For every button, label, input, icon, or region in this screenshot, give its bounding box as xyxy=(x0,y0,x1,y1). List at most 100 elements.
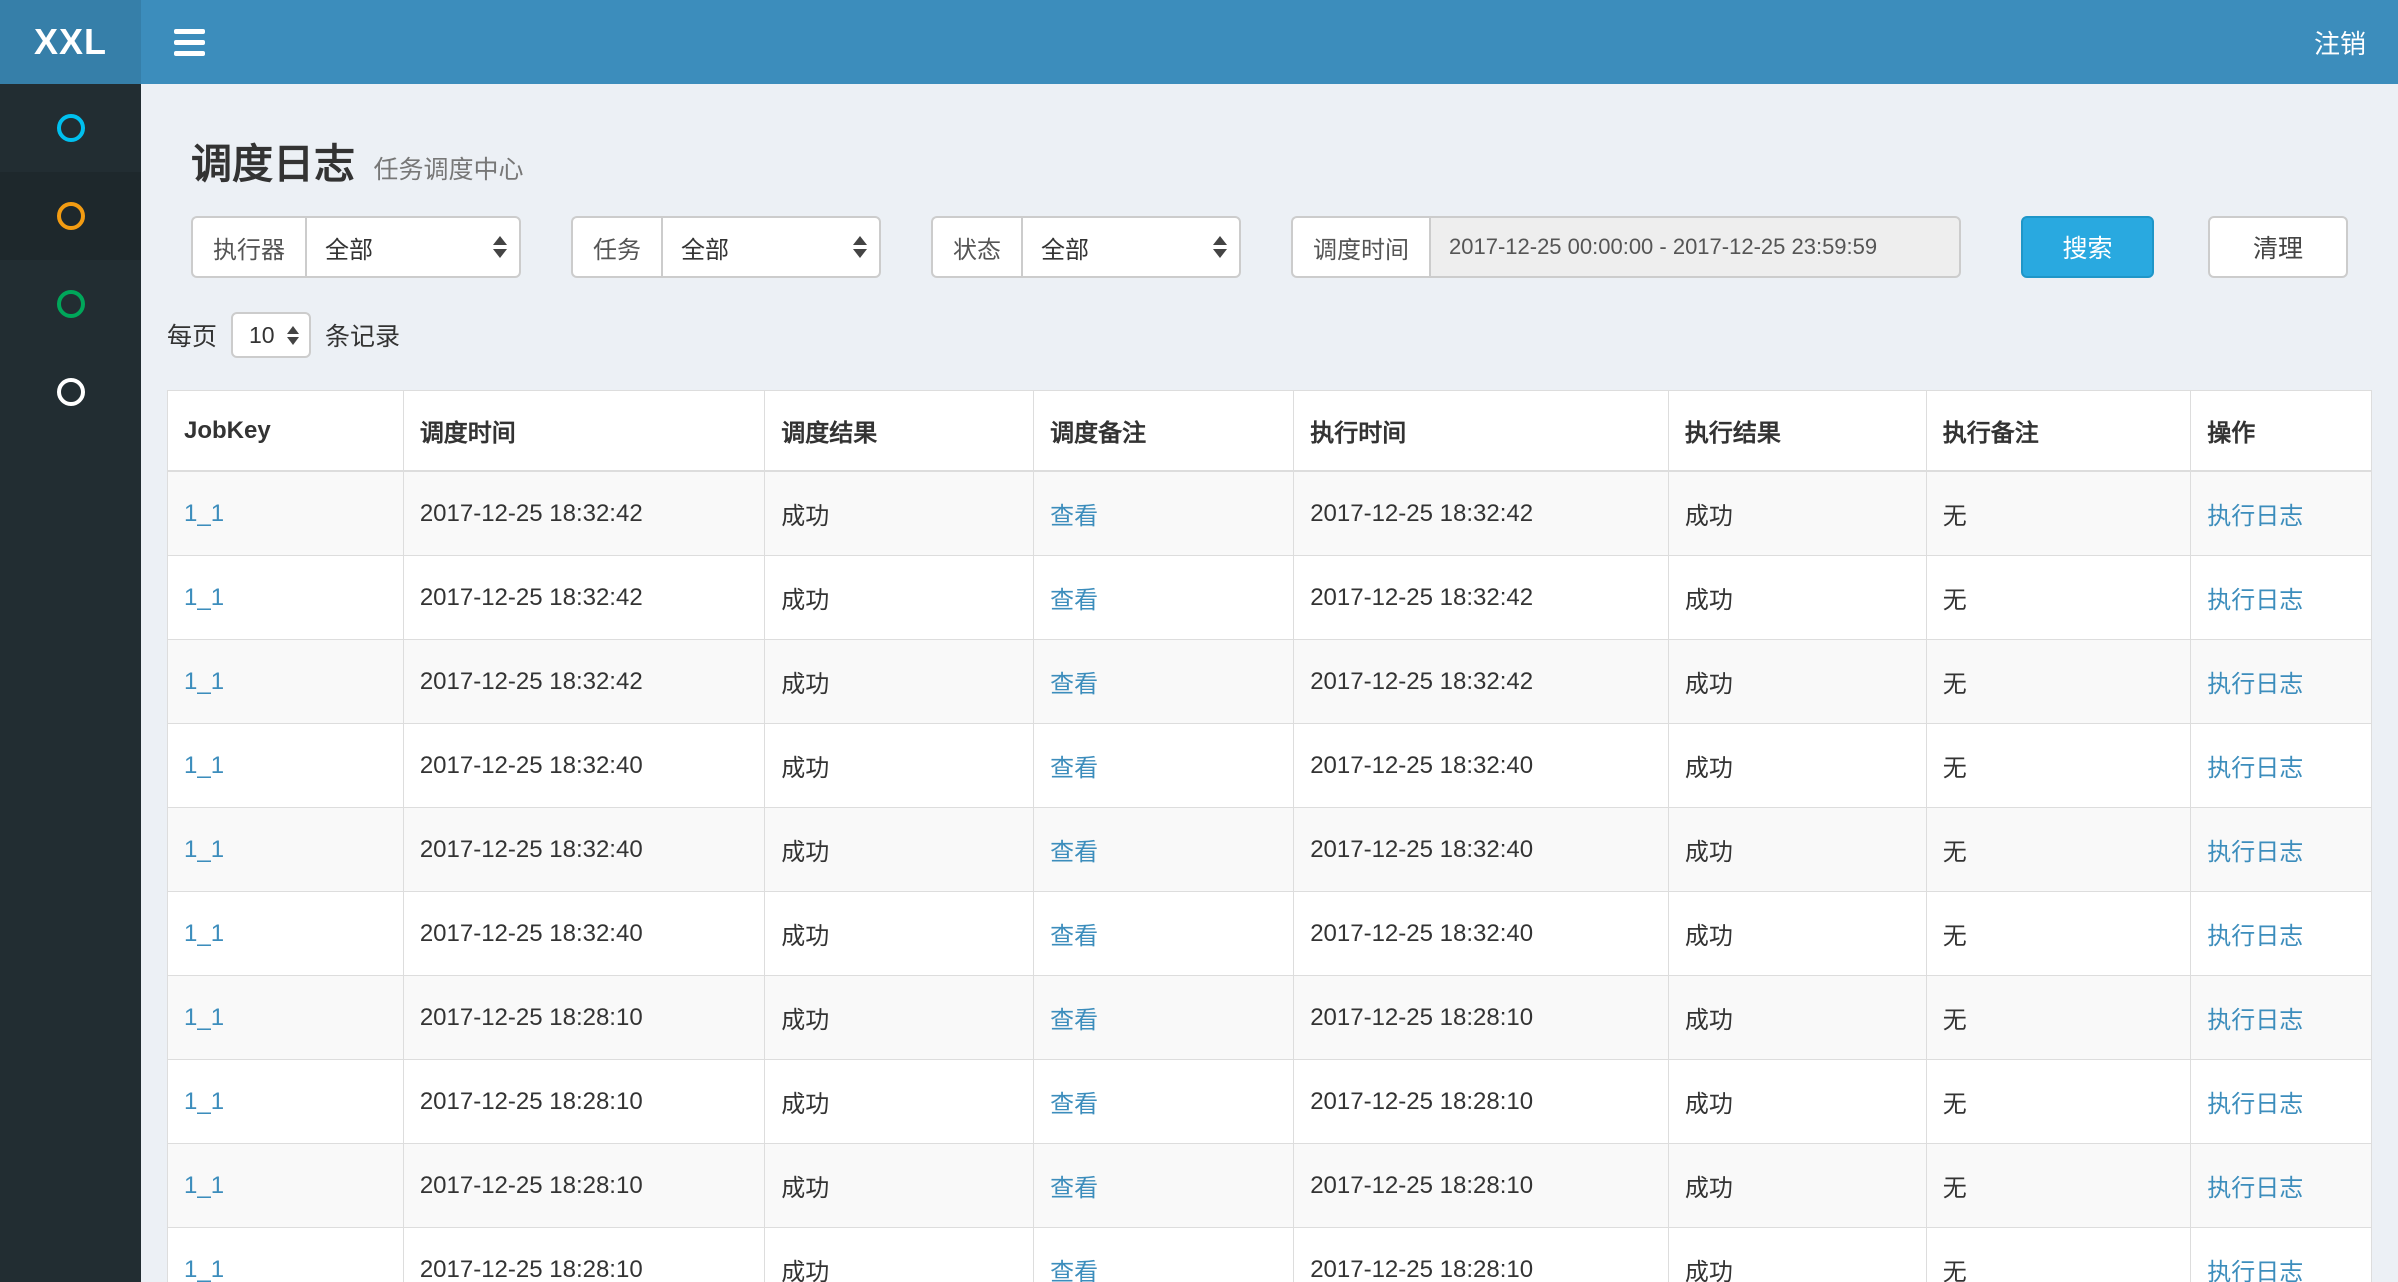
circle-icon xyxy=(57,202,85,230)
app-logo[interactable]: XXL xyxy=(0,0,141,84)
column-header[interactable]: JobKey xyxy=(168,391,404,472)
execute-log-link[interactable]: 执行日志 xyxy=(2207,1091,2303,1118)
table-row: 1_12017-12-25 18:28:10成功查看2017-12-25 18:… xyxy=(168,976,2372,1060)
handle-result: 成功 xyxy=(1668,471,1926,556)
top-navbar: XXL 注销 xyxy=(0,0,2398,84)
trigger-msg-link[interactable]: 查看 xyxy=(1050,1091,1098,1118)
handle-time: 2017-12-25 18:28:10 xyxy=(1294,1228,1669,1282)
job-key-link[interactable]: 1_1 xyxy=(184,920,224,947)
column-header[interactable]: 操作 xyxy=(2191,391,2372,472)
executor-select-value: 全部 xyxy=(325,230,373,265)
trigger-result: 成功 xyxy=(765,640,1034,724)
trigger-msg-link[interactable]: 查看 xyxy=(1050,923,1098,950)
sidebar-item-3[interactable] xyxy=(0,260,141,348)
job-key-link[interactable]: 1_1 xyxy=(184,500,224,527)
status-filter-group: 状态 全部 xyxy=(931,216,1241,278)
trigger-time: 2017-12-25 18:32:40 xyxy=(403,892,764,976)
job-select[interactable]: 全部 xyxy=(661,216,881,278)
job-select-value: 全部 xyxy=(681,230,729,265)
execute-log-link[interactable]: 执行日志 xyxy=(2207,1259,2303,1282)
page-subtitle: 任务调度中心 xyxy=(373,156,523,184)
trigger-msg-link[interactable]: 查看 xyxy=(1050,671,1098,698)
handle-result: 成功 xyxy=(1668,640,1926,724)
column-header[interactable]: 调度结果 xyxy=(765,391,1034,472)
trigger-time: 2017-12-25 18:28:10 xyxy=(403,976,764,1060)
trigger-time: 2017-12-25 18:28:10 xyxy=(403,1228,764,1282)
trigger-msg-link[interactable]: 查看 xyxy=(1050,1175,1098,1202)
page-size-select[interactable]: 10 xyxy=(231,312,311,358)
executor-filter-label: 执行器 xyxy=(191,216,305,278)
execute-log-link[interactable]: 执行日志 xyxy=(2207,503,2303,530)
clear-button[interactable]: 清理 xyxy=(2208,216,2348,278)
trigger-msg-link[interactable]: 查看 xyxy=(1050,587,1098,614)
trigger-result: 成功 xyxy=(765,556,1034,640)
job-key-link[interactable]: 1_1 xyxy=(184,1172,224,1199)
log-table-header-row: JobKey调度时间调度结果调度备注执行时间执行结果执行备注操作 xyxy=(168,391,2372,472)
column-header[interactable]: 执行结果 xyxy=(1668,391,1926,472)
handle-time: 2017-12-25 18:32:40 xyxy=(1294,724,1669,808)
trigger-time: 2017-12-25 18:32:42 xyxy=(403,471,764,556)
content-area: 调度日志 任务调度中心 执行器 全部 任务 全部 状态 全部 调度 xyxy=(141,84,2398,1282)
job-key-link[interactable]: 1_1 xyxy=(184,836,224,863)
circle-icon xyxy=(57,290,85,318)
circle-icon xyxy=(57,378,85,406)
select-arrows-icon xyxy=(1213,236,1227,258)
execute-log-link[interactable]: 执行日志 xyxy=(2207,671,2303,698)
table-row: 1_12017-12-25 18:32:42成功查看2017-12-25 18:… xyxy=(168,471,2372,556)
page-size-suffix-label: 条记录 xyxy=(325,317,400,353)
execute-log-link[interactable]: 执行日志 xyxy=(2207,923,2303,950)
sidebar-item-2[interactable] xyxy=(0,172,141,260)
sidebar-toggle-button[interactable] xyxy=(141,0,237,84)
handle-result: 成功 xyxy=(1668,1144,1926,1228)
trigger-time: 2017-12-25 18:32:42 xyxy=(403,556,764,640)
trigger-msg-link[interactable]: 查看 xyxy=(1050,1259,1098,1282)
handle-result: 成功 xyxy=(1668,1228,1926,1282)
trigger-time-range-input[interactable]: 2017-12-25 00:00:00 - 2017-12-25 23:59:5… xyxy=(1429,216,1961,278)
trigger-msg-link[interactable]: 查看 xyxy=(1050,755,1098,782)
trigger-result: 成功 xyxy=(765,976,1034,1060)
column-header[interactable]: 调度备注 xyxy=(1034,391,1294,472)
sidebar-item-1[interactable] xyxy=(0,84,141,172)
handle-result: 成功 xyxy=(1668,1060,1926,1144)
search-button[interactable]: 搜索 xyxy=(2021,216,2154,278)
status-select-value: 全部 xyxy=(1041,230,1089,265)
column-header[interactable]: 执行时间 xyxy=(1294,391,1669,472)
execute-log-link[interactable]: 执行日志 xyxy=(2207,587,2303,614)
trigger-msg-link[interactable]: 查看 xyxy=(1050,503,1098,530)
handle-msg: 无 xyxy=(1926,471,2190,556)
job-key-link[interactable]: 1_1 xyxy=(184,1088,224,1115)
column-header[interactable]: 执行备注 xyxy=(1926,391,2190,472)
sidebar-menu xyxy=(0,84,141,1282)
executor-select[interactable]: 全部 xyxy=(305,216,521,278)
job-key-link[interactable]: 1_1 xyxy=(184,1256,224,1282)
page-header: 调度日志 任务调度中心 xyxy=(141,84,2398,190)
column-header[interactable]: 调度时间 xyxy=(403,391,764,472)
trigger-result: 成功 xyxy=(765,892,1034,976)
handle-time: 2017-12-25 18:32:42 xyxy=(1294,556,1669,640)
status-select[interactable]: 全部 xyxy=(1021,216,1241,278)
job-key-link[interactable]: 1_1 xyxy=(184,1004,224,1031)
logout-link[interactable]: 注销 xyxy=(2282,0,2398,84)
execute-log-link[interactable]: 执行日志 xyxy=(2207,755,2303,782)
execute-log-link[interactable]: 执行日志 xyxy=(2207,1007,2303,1034)
job-key-link[interactable]: 1_1 xyxy=(184,584,224,611)
log-table-body: 1_12017-12-25 18:32:42成功查看2017-12-25 18:… xyxy=(168,471,2372,1282)
trigger-msg-link[interactable]: 查看 xyxy=(1050,839,1098,866)
execute-log-link[interactable]: 执行日志 xyxy=(2207,1175,2303,1202)
dispatch-log-table: JobKey调度时间调度结果调度备注执行时间执行结果执行备注操作 1_1 2017… xyxy=(167,390,2372,1282)
trigger-msg-link[interactable]: 查看 xyxy=(1050,1007,1098,1034)
page-size-prefix-label: 每页 xyxy=(167,317,217,353)
job-key-link[interactable]: 1_1 xyxy=(184,752,224,779)
trigger-result: 成功 xyxy=(765,1144,1034,1228)
sidebar-item-4[interactable] xyxy=(0,348,141,436)
trigger-result: 成功 xyxy=(765,471,1034,556)
handle-result: 成功 xyxy=(1668,976,1926,1060)
handle-msg: 无 xyxy=(1926,1060,2190,1144)
execute-log-link[interactable]: 执行日志 xyxy=(2207,839,2303,866)
job-key-link[interactable]: 1_1 xyxy=(184,668,224,695)
handle-result: 成功 xyxy=(1668,808,1926,892)
handle-result: 成功 xyxy=(1668,892,1926,976)
handle-msg: 无 xyxy=(1926,1228,2190,1282)
circle-icon xyxy=(57,114,85,142)
handle-time: 2017-12-25 18:32:40 xyxy=(1294,808,1669,892)
